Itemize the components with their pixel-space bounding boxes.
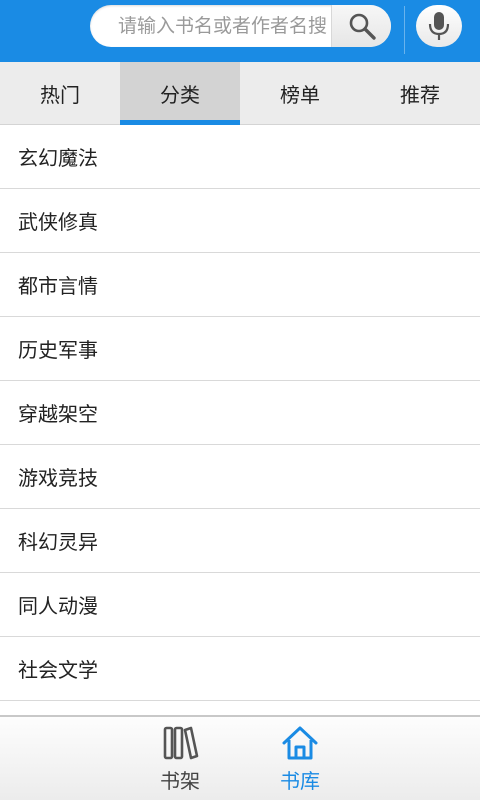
home-icon (282, 726, 318, 760)
list-item[interactable]: 历史军事 (0, 317, 480, 381)
tab-bar: 热门 分类 榜单 推荐 (0, 62, 480, 125)
nav-bookshelf-label: 书架 (160, 769, 200, 793)
header-bar (0, 0, 480, 62)
search-icon (349, 13, 376, 40)
tab-category[interactable]: 分类 (120, 62, 240, 125)
list-item[interactable]: 游戏竞技 (0, 445, 480, 509)
list-item[interactable]: 玄幻魔法 (0, 125, 480, 189)
list-item[interactable]: 同人动漫 (0, 573, 480, 637)
nav-library[interactable]: 书库 (250, 723, 350, 799)
header-divider (404, 6, 405, 54)
voice-search-button[interactable] (416, 5, 462, 47)
list-item[interactable]: 都市言情 (0, 253, 480, 317)
search-button[interactable] (331, 5, 391, 47)
list-item[interactable]: 穿越架空 (0, 381, 480, 445)
search-box (90, 5, 391, 47)
tab-recommend[interactable]: 推荐 (360, 62, 480, 124)
list-item[interactable]: 武侠修真 (0, 189, 480, 253)
tab-ranking[interactable]: 榜单 (240, 62, 360, 124)
app-root: 热门 分类 榜单 推荐 玄幻魔法 武侠修真 都市言情 历史军事 穿越架空 游戏竞… (0, 0, 480, 800)
nav-library-label: 书库 (280, 769, 320, 793)
category-list: 玄幻魔法 武侠修真 都市言情 历史军事 穿越架空 游戏竞技 科幻灵异 同人动漫 … (0, 125, 480, 715)
list-item[interactable]: 社会文学 (0, 637, 480, 701)
bookshelf-icon (163, 726, 199, 760)
microphone-icon (428, 12, 450, 40)
nav-bookshelf[interactable]: 书架 (130, 723, 230, 799)
tab-hot[interactable]: 热门 (0, 62, 120, 124)
list-item[interactable]: 科幻灵异 (0, 509, 480, 573)
search-input[interactable] (90, 5, 330, 47)
bottom-nav: 书架 书库 (0, 715, 480, 800)
